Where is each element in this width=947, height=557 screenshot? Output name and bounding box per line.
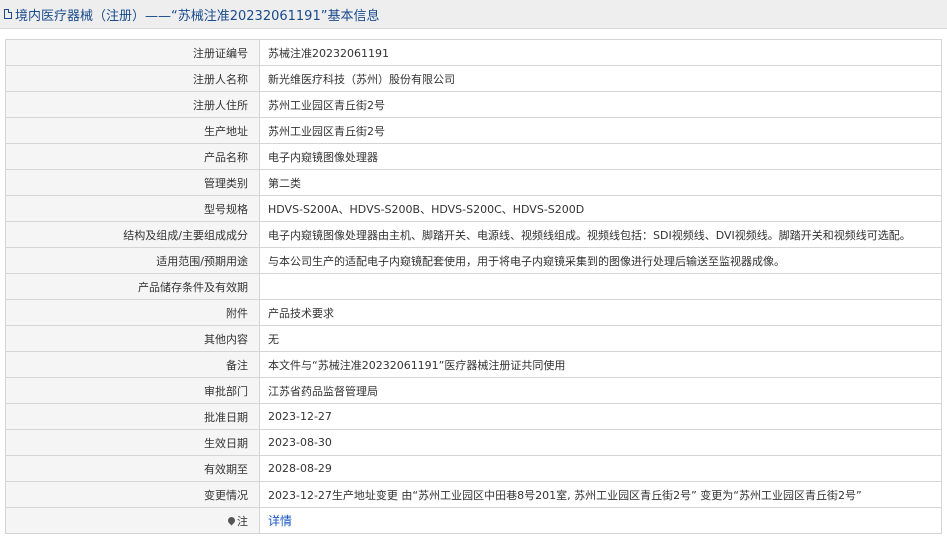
table-row-note: 注 详情: [5, 507, 942, 534]
field-label: 型号规格: [5, 195, 260, 222]
table-row: 型号规格 HDVS-S200A、HDVS-S200B、HDVS-S200C、HDV…: [5, 195, 942, 222]
table-row: 其他内容无: [5, 325, 942, 352]
table-row: 有效期至 2028-08-29: [5, 455, 942, 482]
field-value: [259, 273, 942, 300]
field-label: 管理类别: [5, 169, 260, 196]
field-value: 江苏省药品监督管理局: [259, 377, 942, 404]
field-value: 苏械注准20232061191: [259, 39, 942, 66]
field-label: 产品储存条件及有效期: [5, 273, 260, 300]
table-row: 适用范围/预期用途 与本公司生产的适配电子内窥镜配套使用，用于将电子内窥镜采集到的…: [5, 247, 942, 274]
field-label: 变更情况: [5, 481, 260, 508]
table-row: 结构及组成/主要组成成分 电子内窥镜图像处理器由主机、脚踏开关、电源线、视频线组成…: [5, 221, 942, 248]
field-label: 注册人名称: [5, 65, 260, 92]
field-value: 2028-08-29: [259, 455, 942, 482]
table-row: 审批部门 江苏省药品监督管理局: [5, 377, 942, 404]
document-icon: [4, 9, 12, 19]
field-value: 第二类: [259, 169, 942, 196]
field-label: 适用范围/预期用途: [5, 247, 260, 274]
field-label: 注册人住所: [5, 91, 260, 118]
details-link[interactable]: 详情: [268, 514, 292, 528]
field-label: 生产地址: [5, 117, 260, 144]
note-label-cell: 注: [5, 507, 260, 534]
table-row: 生产地址 苏州工业园区青丘街2号: [5, 117, 942, 144]
table-row: 生效日期 2023-08-30: [5, 429, 942, 456]
table-row: 附件 产品技术要求: [5, 299, 942, 326]
field-value: 新光维医疗科技（苏州）股份有限公司: [259, 65, 942, 92]
table-row: 产品储存条件及有效期: [5, 273, 942, 300]
table-row: 管理类别 第二类: [5, 169, 942, 196]
table-row: 批准日期 2023-12-27: [5, 403, 942, 430]
table-row: 备注 本文件与“苏械注准20232061191”医疗器械注册证共同使用: [5, 351, 942, 378]
table-row: 变更情况 2023-12-27生产地址变更 由“苏州工业园区中田巷8号201室, …: [5, 481, 942, 508]
field-label: 备注: [5, 351, 260, 378]
table-row: 注册人住所 苏州工业园区青丘街2号: [5, 91, 942, 118]
field-label: 结构及组成/主要组成成分: [5, 221, 260, 248]
field-label: 批准日期: [5, 403, 260, 430]
field-value: 电子内窥镜图像处理器由主机、脚踏开关、电源线、视频线组成。视频线包括：SDI视频…: [259, 221, 942, 248]
field-value: HDVS-S200A、HDVS-S200B、HDVS-S200C、HDVS-S2…: [259, 195, 942, 222]
field-label: 附件: [5, 299, 260, 326]
location-pin-icon: [226, 515, 237, 525]
field-label: 其他内容: [5, 325, 260, 352]
field-label: 注册证编号: [5, 39, 260, 66]
table-row: 注册人名称 新光维医疗科技（苏州）股份有限公司: [5, 65, 942, 92]
field-value: 苏州工业园区青丘街2号: [259, 91, 942, 118]
field-value: 本文件与“苏械注准20232061191”医疗器械注册证共同使用: [259, 351, 942, 378]
field-value: 与本公司生产的适配电子内窥镜配套使用，用于将电子内窥镜采集到的图像进行处理后输送…: [259, 247, 942, 274]
field-label: 审批部门: [5, 377, 260, 404]
page-title-bar: 境内医疗器械（注册）——“苏械注准20232061191”基本信息: [0, 0, 947, 29]
field-label: 有效期至: [5, 455, 260, 482]
note-value-cell: 详情: [259, 507, 942, 534]
field-value: 电子内窥镜图像处理器: [259, 143, 942, 170]
page-title: 境内医疗器械（注册）——“苏械注准20232061191”基本信息: [15, 8, 380, 24]
field-label: 生效日期: [5, 429, 260, 456]
table-row: 注册证编号 苏械注准20232061191: [5, 39, 942, 66]
field-value: 2023-12-27: [259, 403, 942, 430]
field-value: 苏州工业园区青丘街2号: [259, 117, 942, 144]
field-value: 2023-08-30: [259, 429, 942, 456]
note-label: 注: [237, 514, 248, 528]
table-row: 产品名称 电子内窥镜图像处理器: [5, 143, 942, 170]
field-value: 2023-12-27生产地址变更 由“苏州工业园区中田巷8号201室, 苏州工业…: [259, 481, 942, 508]
field-label: 产品名称: [5, 143, 260, 170]
info-table: 注册证编号 苏械注准20232061191 注册人名称 新光维医疗科技（苏州）股份有限…: [5, 39, 942, 534]
field-value: 无: [259, 325, 942, 352]
field-value: 产品技术要求: [259, 299, 942, 326]
